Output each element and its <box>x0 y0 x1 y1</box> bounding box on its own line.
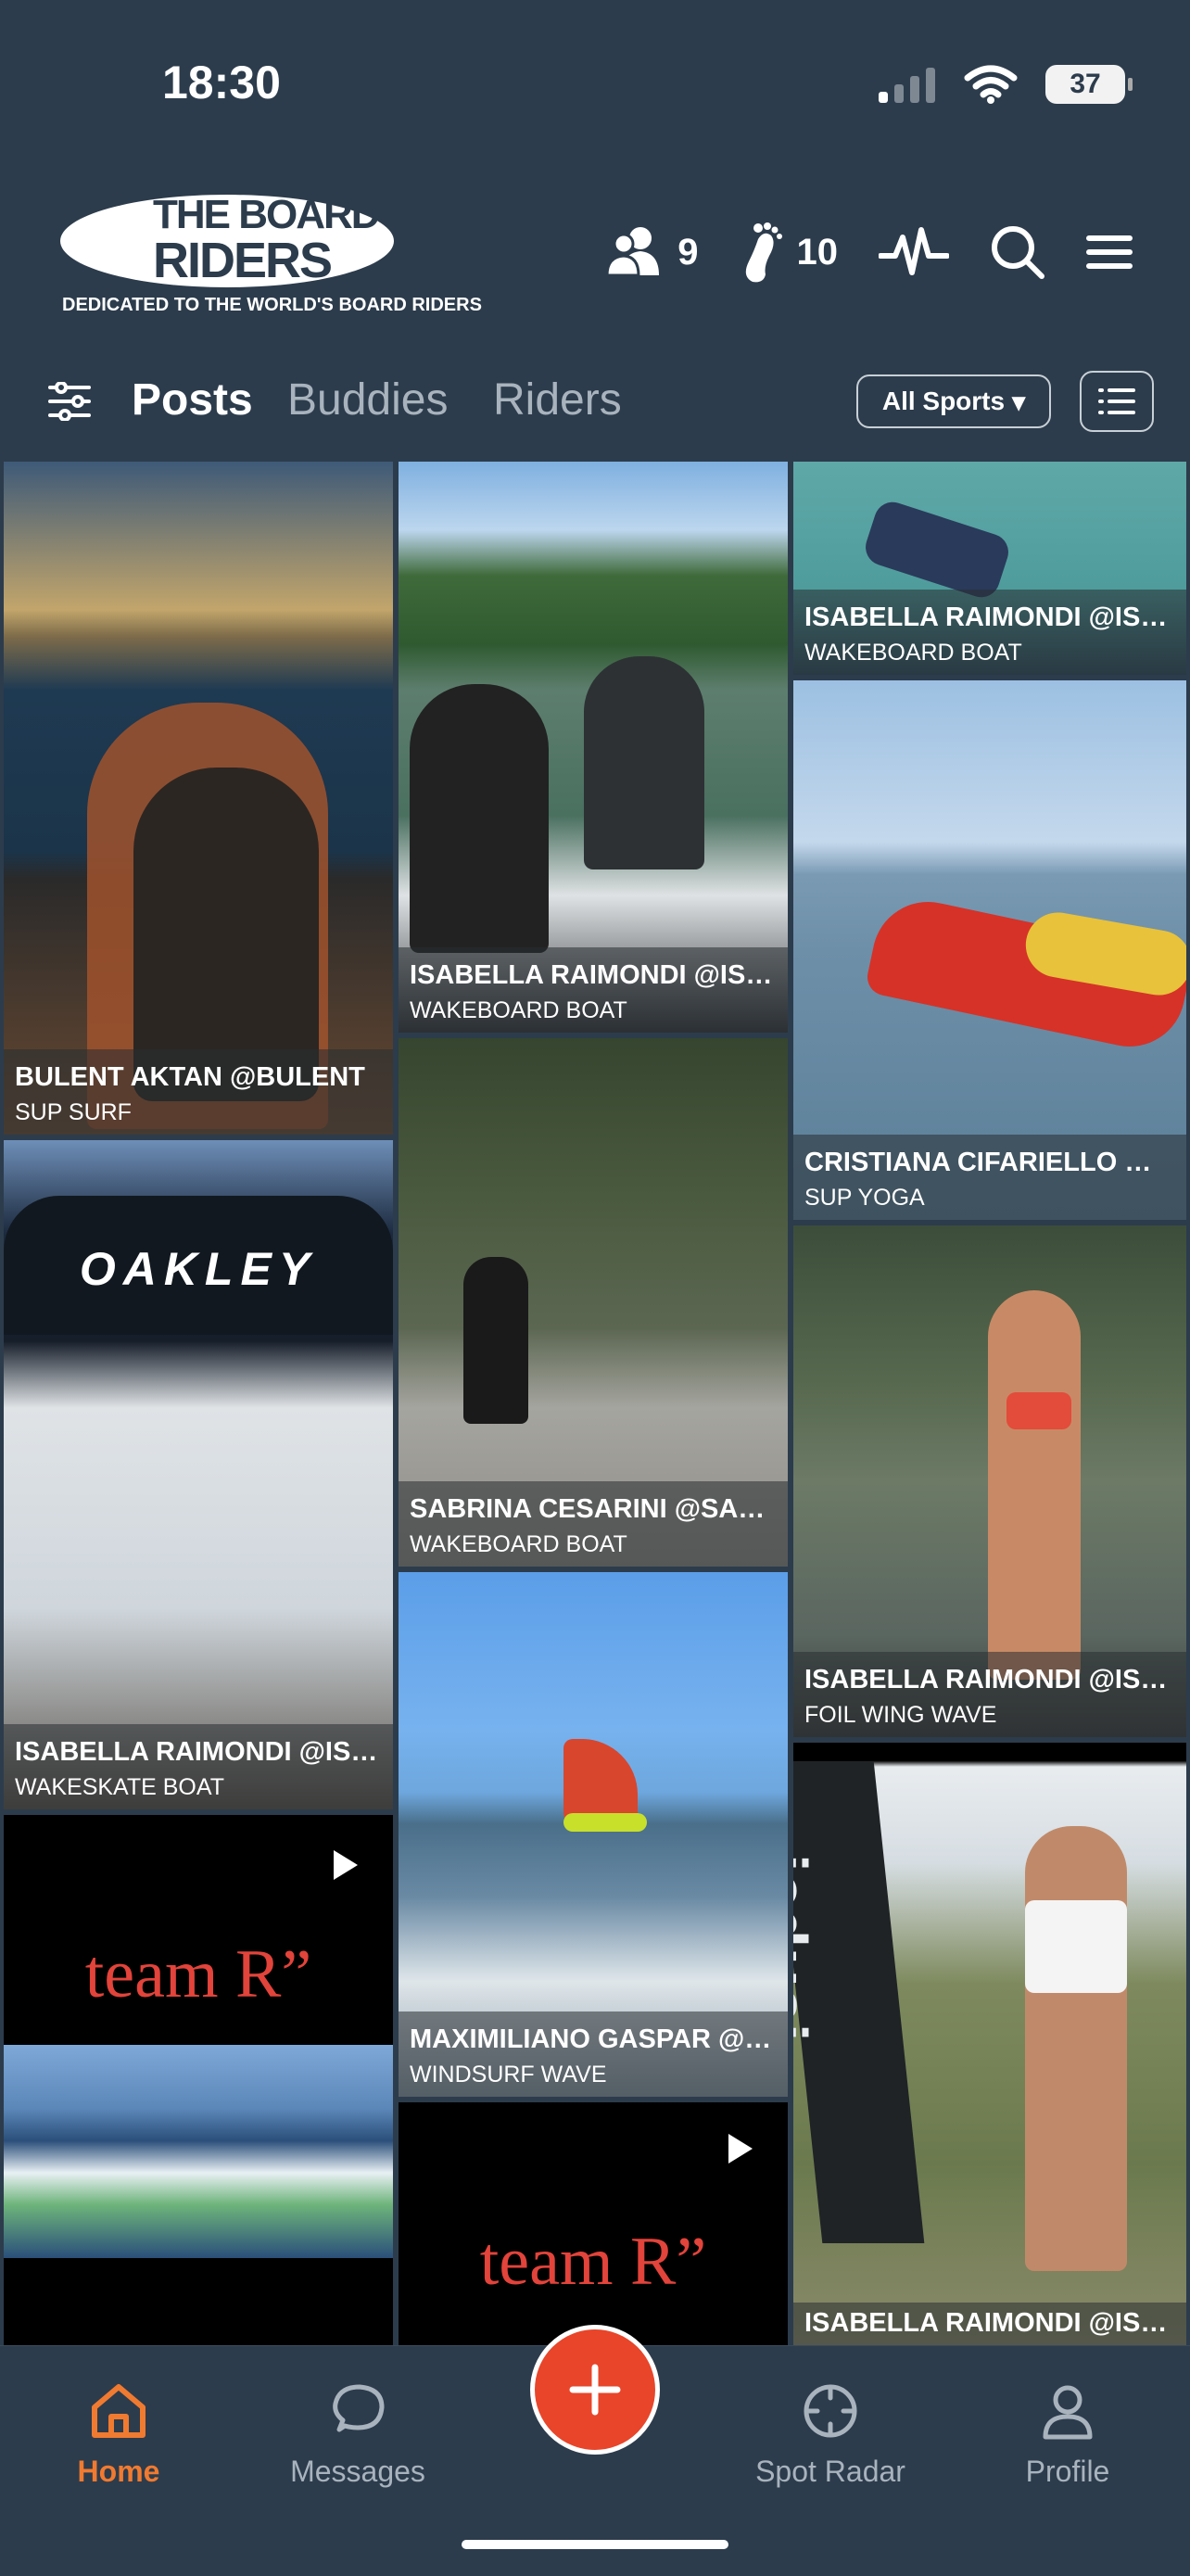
post-caption: ISABELLA RAIMONDI @ISABELLA WAKESKATE BO… <box>4 1724 393 1809</box>
post-author: ISABELLA RAIMONDI @ISABELLA <box>804 603 1177 632</box>
user-icon <box>1043 2385 1093 2440</box>
post-card[interactable]: ISABELLA RAIMONDI @ISABELLA WAKEBOARD BO… <box>793 462 1186 675</box>
post-card[interactable]: BULENT AKTAN @BULENT SUP SURF <box>4 462 393 1135</box>
video-post-card[interactable]: team R” <box>4 1815 393 2345</box>
nav-messages-label: Messages <box>290 2455 425 2488</box>
crosshair-icon <box>804 2384 857 2438</box>
post-caption: ISABELLA RAIMONDI @ISABELLA WAKEBOARD BO… <box>399 947 788 1033</box>
search-icon[interactable] <box>990 224 1045 280</box>
tab-riders[interactable]: Riders <box>493 374 622 425</box>
post-photo <box>410 684 549 953</box>
app-logo[interactable]: THE BOARD RIDERS DEDICATED TO THE WORLD'… <box>60 185 482 324</box>
chevron-down-icon: ▾ <box>1012 387 1026 416</box>
tab-posts[interactable]: Posts <box>132 374 253 425</box>
play-icon[interactable] <box>334 1850 358 1880</box>
nav-home-label: Home <box>77 2455 160 2488</box>
post-photo <box>988 1290 1081 1680</box>
post-caption: CRISTIANA CIFARIELLO @CRISTIANA SUP YOGA <box>793 1135 1186 1220</box>
banner-text: icduai <box>793 1854 820 2042</box>
plus-icon <box>569 2364 621 2416</box>
post-author: SABRINA CESARINI @SABRINA <box>410 1494 779 1524</box>
buddies-icon <box>605 227 660 277</box>
posts-feed: BULENT AKTAN @BULENT SUP SURF OAKLEY ISA… <box>0 462 1190 2345</box>
post-sport: WINDSURF WAVE <box>410 2062 607 2087</box>
nav-home[interactable]: Home <box>35 2381 202 2489</box>
post-sport: WAKESKATE BOAT <box>15 1774 224 1800</box>
post-caption: ISABELLA RAIMONDI @ISABELLA <box>793 2303 1186 2345</box>
list-view-button[interactable] <box>1080 371 1154 432</box>
video-thumbnail <box>4 2045 393 2258</box>
post-photo <box>860 497 1014 603</box>
video-post-card[interactable]: team R” <box>399 2102 788 2345</box>
post-sport: SUP SURF <box>15 1099 132 1125</box>
post-card[interactable]: CRISTIANA CIFARIELLO @CRISTIANA SUP YOGA <box>793 680 1186 1220</box>
post-card[interactable]: SABRINA CESARINI @SABRINA WAKEBOARD BOAT <box>399 1038 788 1567</box>
status-time: 18:30 <box>162 57 281 108</box>
footprint-icon <box>745 222 782 283</box>
post-author: CRISTIANA CIFARIELLO @CRISTIANA <box>804 1148 1177 1177</box>
post-caption: SABRINA CESARINI @SABRINA WAKEBOARD BOAT <box>399 1481 788 1567</box>
filter-settings-icon[interactable] <box>48 382 91 421</box>
sport-filter-value: All Sports <box>881 387 1006 415</box>
signal-icon <box>879 68 935 103</box>
wifi-icon <box>964 65 1018 104</box>
play-icon[interactable] <box>728 2134 753 2164</box>
post-caption: ISABELLA RAIMONDI @ISABELLA WAKEBOARD BO… <box>793 590 1186 675</box>
post-author: ISABELLA RAIMONDI @ISABELLA <box>15 1737 384 1767</box>
buddies-count: 9 <box>677 231 699 273</box>
footprints-count: 10 <box>796 231 839 273</box>
post-card[interactable]: ISABELLA RAIMONDI @ISABELLA FOIL WING WA… <box>793 1225 1186 1737</box>
menu-icon[interactable] <box>1086 234 1133 271</box>
list-icon <box>1098 388 1135 414</box>
oakley-banner-text: OAKLEY <box>79 1243 318 1295</box>
home-icon <box>92 2384 146 2438</box>
footprints-button[interactable]: 10 <box>740 221 839 284</box>
nav-spot-radar[interactable]: Spot Radar <box>747 2381 914 2489</box>
nav-messages[interactable]: Messages <box>274 2381 441 2489</box>
post-card[interactable]: icduai ISABELLA RAIMONDI @ISABELLA <box>793 1743 1186 2345</box>
battery-indicator: 37 <box>1045 65 1133 104</box>
status-indicators: 37 <box>877 65 1133 104</box>
post-sport: FOIL WING WAVE <box>804 1702 997 1728</box>
post-author: ISABELLA RAIMONDI @ISABELLA <box>804 1665 1177 1694</box>
post-photo <box>563 1739 638 1822</box>
team-r-logo-text: team R” <box>84 1936 312 2012</box>
team-r-logo-text: team R” <box>479 2224 707 2300</box>
logo-line1: THE BOARD <box>153 192 381 237</box>
buddies-button[interactable]: 9 <box>605 225 699 279</box>
post-author: ISABELLA RAIMONDI @ISABELLA <box>804 2308 1177 2338</box>
post-author: MAXIMILIANO GASPAR @MAXIMILIANO <box>410 2024 779 2054</box>
post-caption: BULENT AKTAN @BULENT SUP SURF <box>4 1049 393 1135</box>
post-sport: WAKEBOARD BOAT <box>410 1531 627 1557</box>
post-author: ISABELLA RAIMONDI @ISABELLA <box>410 960 779 990</box>
nav-profile-label: Profile <box>1025 2455 1110 2488</box>
logo-tagline: DEDICATED TO THE WORLD'S BOARD RIDERS <box>62 295 482 315</box>
logo-line2: RIDERS <box>153 233 333 288</box>
feed-tabs-bar: Posts Buddies Riders All Sports ▾ <box>0 362 1190 445</box>
add-post-button[interactable] <box>530 2325 660 2455</box>
sport-filter-select[interactable]: All Sports ▾ <box>856 374 1051 428</box>
home-indicator[interactable] <box>462 2540 728 2549</box>
post-card[interactable]: ISABELLA RAIMONDI @ISABELLA WAKEBOARD BO… <box>399 462 788 1033</box>
post-card[interactable]: MAXIMILIANO GASPAR @MAXIMILIANO WINDSURF… <box>399 1572 788 2097</box>
post-photo <box>463 1257 528 1424</box>
nav-profile[interactable]: Profile <box>984 2381 1151 2489</box>
post-author: BULENT AKTAN @BULENT <box>15 1062 365 1092</box>
activity-icon[interactable] <box>879 224 949 280</box>
post-card[interactable]: OAKLEY ISABELLA RAIMONDI @ISABELLA WAKES… <box>4 1140 393 1809</box>
post-caption: ISABELLA RAIMONDI @ISABELLA FOIL WING WA… <box>793 1652 1186 1737</box>
nav-spot-radar-label: Spot Radar <box>755 2455 905 2488</box>
tab-buddies[interactable]: Buddies <box>287 374 448 425</box>
post-sport: WAKEBOARD BOAT <box>804 640 1022 666</box>
post-caption: MAXIMILIANO GASPAR @MAXIMILIANO WINDSURF… <box>399 2011 788 2097</box>
post-sport: WAKEBOARD BOAT <box>410 997 627 1023</box>
post-sport: SUP YOGA <box>804 1185 925 1211</box>
header-actions: 9 10 <box>605 221 1133 284</box>
chat-bubble-icon <box>333 2384 385 2432</box>
